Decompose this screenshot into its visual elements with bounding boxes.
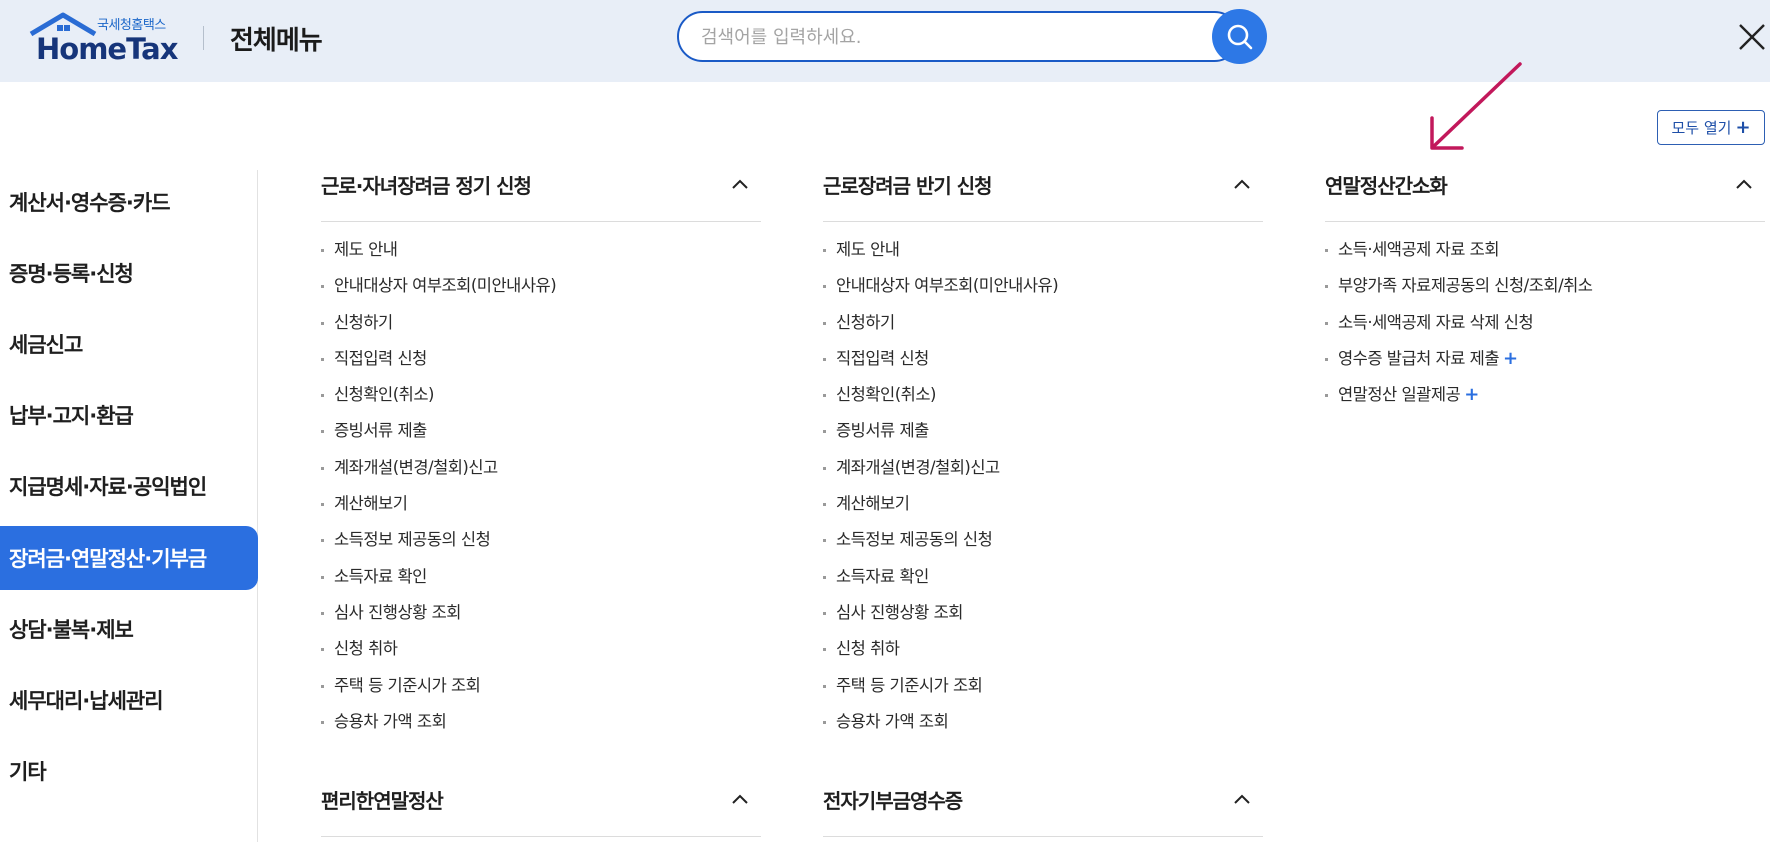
menu-link[interactable]: 계산해보기 [321,486,761,522]
nav-item-tax-filing[interactable]: 세금신고 [0,312,258,376]
menu-link[interactable]: 소득·세액공제 자료 조회 [1325,232,1765,268]
plus-icon[interactable]: + [1503,348,1518,369]
menu-link[interactable]: 신청하기 [823,305,1263,341]
menu-link-expandable[interactable]: 연말정산 일괄제공 + [1325,377,1765,413]
section-title: 근로·자녀장려금 정기 신청 [321,174,532,198]
section-title: 연말정산간소화 [1325,174,1448,198]
search-input[interactable] [701,23,1161,51]
menu-link[interactable]: 직접입력 신청 [823,341,1263,377]
page-title: 전체메뉴 [230,26,323,56]
menu-link[interactable]: 직접입력 신청 [321,341,761,377]
menu-link[interactable]: 소득자료 확인 [823,559,1263,595]
menu-link[interactable]: 증빙서류 제출 [823,413,1263,449]
category-nav: 계산서·영수증·카드 증명·등록·신청 세금신고 납부·고지·환급 지급명세·자… [0,170,258,842]
nav-item-incentive-year-end[interactable]: 장려금·연말정산·기부금 [0,526,258,590]
nav-item-payment-statement[interactable]: 지급명세·자료·공익법인 [0,454,258,518]
section-header[interactable]: 편리한연말정산 [321,765,761,837]
nav-item-etc[interactable]: 기타 [0,739,258,803]
chevron-up-icon[interactable] [1233,792,1251,806]
logo-wordmark: HomeTax [36,32,178,66]
menu-link[interactable]: 제도 안내 [823,232,1263,268]
menu-link[interactable]: 신청 취하 [823,631,1263,667]
nav-item-tax-agent[interactable]: 세무대리·납세관리 [0,668,258,732]
nav-item-payment-refund[interactable]: 납부·고지·환급 [0,383,258,447]
menu-link[interactable]: 부양가족 자료제공동의 신청/조회/취소 [1325,268,1765,304]
menu-link[interactable]: 승용차 가액 조회 [321,704,761,740]
expand-all-label: 모두 열기 [1671,119,1732,137]
menu-link[interactable]: 증빙서류 제출 [321,413,761,449]
menu-link[interactable]: 심사 진행상황 조회 [321,595,761,631]
menu-link[interactable]: 심사 진행상황 조회 [823,595,1263,631]
search-box [677,11,1240,62]
chevron-up-icon[interactable] [731,177,749,191]
expand-all-button[interactable]: 모두 열기 + [1657,110,1765,145]
menu-link[interactable]: 승용차 가액 조회 [823,704,1263,740]
hometax-logo[interactable]: 국세청홈택스 HomeTax [27,12,178,66]
menu-link[interactable]: 계좌개설(변경/철회)신고 [823,450,1263,486]
search-icon [1227,24,1252,49]
menu-link[interactable]: 소득정보 제공동의 신청 [321,522,761,558]
logo-subtitle: 국세청홈택스 [97,18,166,33]
section-header[interactable]: 연말정산간소화 [1325,150,1765,222]
menu-link[interactable]: 주택 등 기준시가 조회 [823,668,1263,704]
section-header[interactable]: 전자기부금영수증 [823,765,1263,837]
menu-link[interactable]: 계산해보기 [823,486,1263,522]
menu-link[interactable]: 제도 안내 [321,232,761,268]
chevron-up-icon[interactable] [1735,177,1753,191]
nav-item-certificate-registration[interactable]: 증명·등록·신청 [0,241,258,305]
section-title: 전자기부금영수증 [823,789,963,813]
menu-link[interactable]: 소득정보 제공동의 신청 [823,522,1263,558]
section-title: 편리한연말정산 [321,789,444,813]
menu-link[interactable]: 신청확인(취소) [823,377,1263,413]
nav-item-invoice-receipt-card[interactable]: 계산서·영수증·카드 [0,170,258,234]
menu-link[interactable]: 신청하기 [321,305,761,341]
annotation-arrow-icon [1430,62,1522,150]
menu-link[interactable]: 안내대상자 여부조회(미안내사유) [321,268,761,304]
menu-link[interactable]: 신청확인(취소) [321,377,761,413]
menu-link[interactable]: 신청 취하 [321,631,761,667]
menu-link-label: 연말정산 일괄제공 [1338,385,1461,405]
menu-link-label: 영수증 발급처 자료 제출 [1338,348,1500,368]
link-list: 제도 안내 안내대상자 여부조회(미안내사유) 신청하기 직접입력 신청 신청확… [823,232,1263,740]
plus-icon: + [1735,117,1751,138]
section-header[interactable]: 근로장려금 반기 신청 [823,150,1263,222]
section-title: 근로장려금 반기 신청 [823,174,993,198]
search-button[interactable] [1212,9,1267,64]
menu-link[interactable]: 계좌개설(변경/철회)신고 [321,450,761,486]
section-header[interactable]: 근로·자녀장려금 정기 신청 [321,150,761,222]
link-list: 제도 안내 안내대상자 여부조회(미안내사유) 신청하기 직접입력 신청 신청확… [321,232,761,740]
menu-link[interactable]: 안내대상자 여부조회(미안내사유) [823,268,1263,304]
menu-link[interactable]: 주택 등 기준시가 조회 [321,668,761,704]
chevron-up-icon[interactable] [1233,177,1251,191]
chevron-up-icon[interactable] [731,792,749,806]
menu-link[interactable]: 소득·세액공제 자료 삭제 신청 [1325,305,1765,341]
menu-link[interactable]: 소득자료 확인 [321,559,761,595]
close-icon[interactable] [1735,20,1769,54]
plus-icon[interactable]: + [1464,384,1479,405]
header-divider [203,26,204,50]
nav-item-consultation-appeal[interactable]: 상담·불복·제보 [0,597,258,661]
link-list: 소득·세액공제 자료 조회 부양가족 자료제공동의 신청/조회/취소 소득·세액… [1325,232,1765,413]
menu-link-expandable[interactable]: 영수증 발급처 자료 제출 + [1325,341,1765,377]
